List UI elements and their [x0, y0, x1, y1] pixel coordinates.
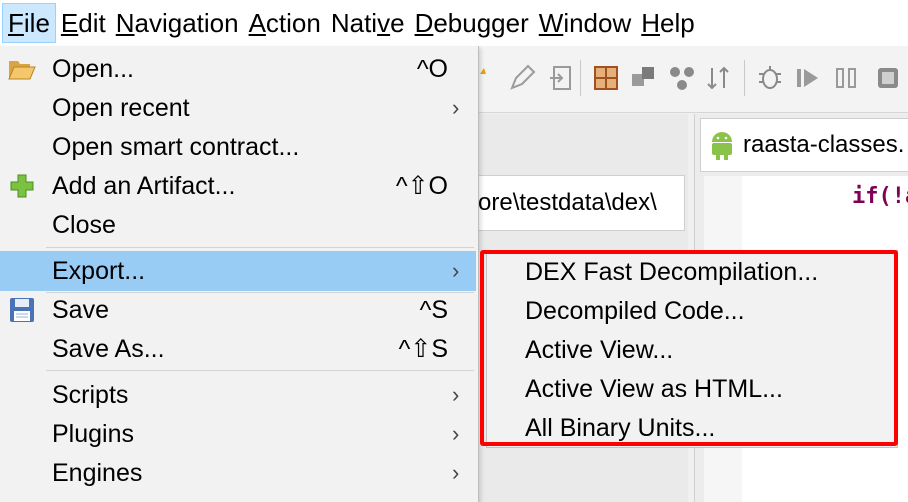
toolbar-separator: [744, 60, 745, 96]
code-line: if(!a: [852, 184, 908, 209]
menu-edit-accel: E: [60, 8, 79, 38]
menu-item-add-artifact[interactable]: Add an Artifact... ^⇧O: [0, 167, 476, 205]
menu-item-save-as[interactable]: Save As... ^⇧S: [0, 330, 476, 368]
menu-item-shortcut: ^S: [419, 296, 448, 324]
chevron-right-icon: ›: [452, 421, 460, 446]
path-text: ore\testdata\dex\: [478, 189, 657, 216]
menu-item-save[interactable]: Save ^S: [0, 291, 476, 329]
menu-native-accel: v: [377, 8, 391, 38]
menu-item-shortcut: ^O: [416, 55, 448, 83]
submenu-item-active-view-html[interactable]: Active View as HTML...: [525, 370, 783, 408]
bug-icon[interactable]: [756, 64, 784, 92]
menu-item-export[interactable]: Export... ›: [0, 251, 476, 291]
submenu-item-active-view[interactable]: Active View...: [525, 331, 673, 369]
menu-native-label: e: [390, 8, 405, 38]
blocks-icon[interactable]: [630, 64, 658, 92]
pause-icon[interactable]: [832, 64, 860, 92]
stop-icon[interactable]: [874, 64, 902, 92]
menu-item-shortcut: ^⇧O: [395, 172, 448, 200]
menu-debugger[interactable]: Debugger: [410, 3, 534, 43]
sort-icon[interactable]: [706, 64, 734, 92]
menu-action-label: ction: [265, 8, 321, 38]
menu-item-close[interactable]: Close: [0, 206, 476, 244]
menu-separator: [46, 370, 474, 371]
submenu-item-all-binary-units[interactable]: All Binary Units...: [525, 409, 715, 447]
submenu-item-dex-fast-decompilation[interactable]: DEX Fast Decompilation...: [525, 253, 818, 291]
plus-icon: [10, 174, 34, 198]
menu-bar: File Edit Navigation Action Native Debug…: [0, 0, 908, 46]
menu-item-open[interactable]: Open... ^O: [0, 50, 476, 88]
menu-help-label: elp: [660, 8, 695, 38]
resume-icon[interactable]: [794, 64, 822, 92]
nodes-icon[interactable]: [668, 64, 696, 92]
menu-help-accel: H: [641, 8, 661, 38]
menu-native-pre: Nati: [330, 8, 378, 38]
menu-item-plugins[interactable]: Plugins ›: [0, 415, 476, 453]
menu-item-label: Scripts: [52, 381, 129, 409]
menu-navigation[interactable]: Navigation: [111, 3, 244, 43]
menu-separator: [46, 247, 474, 248]
file-menu: Open... ^O Open recent › Open smart cont…: [0, 46, 479, 502]
path-field[interactable]: ore\testdata\dex\: [478, 175, 685, 231]
import-icon[interactable]: [548, 64, 576, 92]
tab-label: raasta-classes.: [743, 131, 905, 158]
menu-item-label: Close: [52, 211, 116, 239]
menu-window-label: indow: [563, 8, 632, 38]
toolbar-separator: [580, 60, 581, 96]
menu-item-label: Open...: [52, 55, 134, 83]
menu-item-open-smart-contract[interactable]: Open smart contract...: [0, 128, 476, 166]
chevron-right-icon: ›: [452, 258, 460, 283]
menu-edit-label: dit: [78, 8, 106, 38]
menu-debugger-accel: D: [414, 8, 434, 38]
menu-item-shortcut: ^⇧S: [398, 335, 448, 363]
menu-edit[interactable]: Edit: [56, 3, 111, 43]
toolbar: [478, 46, 908, 113]
android-icon: [712, 132, 732, 160]
pencil-icon[interactable]: [508, 64, 536, 92]
menu-help[interactable]: Help: [636, 3, 699, 43]
menu-item-label: Export...: [52, 257, 146, 285]
menu-item-scripts[interactable]: Scripts ›: [0, 376, 476, 414]
menu-file[interactable]: File: [2, 3, 56, 43]
menu-action[interactable]: Action: [244, 3, 326, 43]
menu-file-label: ile: [23, 8, 50, 38]
menu-item-label: Engines: [52, 459, 143, 487]
menu-debugger-label: ebugger: [433, 8, 529, 38]
menu-item-label: Plugins: [52, 420, 134, 448]
menu-action-accel: A: [248, 8, 266, 38]
menu-file-accel: F: [8, 8, 24, 38]
menu-item-engines[interactable]: Engines ›: [0, 454, 476, 492]
star-icon[interactable]: [480, 64, 508, 92]
menu-item-label: Save As...: [52, 335, 165, 363]
menu-item-label: Open recent: [52, 94, 190, 122]
grid-icon[interactable]: [592, 64, 620, 92]
menu-native[interactable]: Native: [326, 3, 410, 43]
menu-item-label: Add an Artifact...: [52, 172, 236, 200]
menu-window-accel: W: [538, 8, 564, 38]
submenu-item-decompiled-code[interactable]: Decompiled Code...: [525, 292, 745, 330]
chevron-right-icon: ›: [452, 95, 460, 120]
chevron-right-icon: ›: [452, 460, 460, 485]
menu-window[interactable]: Window: [534, 3, 636, 43]
menu-navigation-accel: N: [115, 8, 135, 38]
export-submenu: DEX Fast Decompilation... Decompiled Cod…: [486, 250, 898, 448]
folder-open-icon: [8, 61, 36, 80]
menu-item-label: Save: [52, 296, 109, 324]
floppy-disk-icon: [10, 298, 34, 322]
tab-raasta-classes[interactable]: raasta-classes.: [700, 118, 908, 172]
menu-navigation-label: avigation: [134, 8, 239, 38]
chevron-right-icon: ›: [452, 382, 460, 407]
menu-item-label: Open smart contract...: [52, 133, 300, 161]
menu-item-open-recent[interactable]: Open recent ›: [0, 89, 476, 127]
